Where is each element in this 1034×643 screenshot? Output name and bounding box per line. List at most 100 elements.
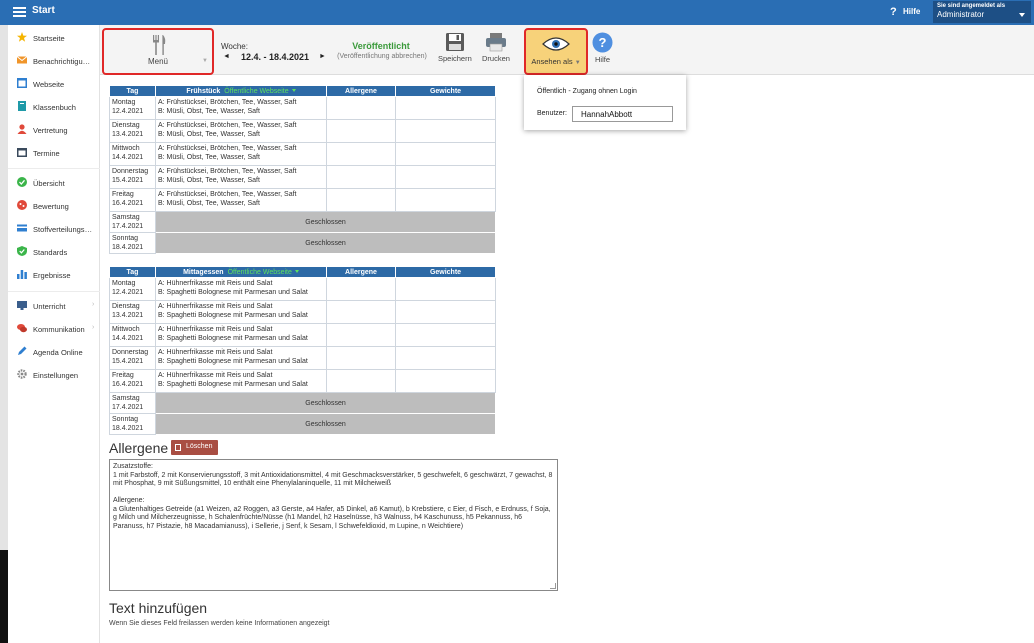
day-cell: Mittwoch 14.4.2021 [109,142,156,166]
meal-cell[interactable]: A: Frühstücksei, Brötchen, Tee, Wasser, … [155,96,327,120]
sidebar-item-vertretung[interactable]: Vertretung [8,121,100,139]
meal-cell[interactable]: A: Hühnerfrikasse mit Reis und Salat B: S… [155,346,327,370]
meal-cell[interactable]: A: Frühstücksei, Brötchen, Tee, Wasser, … [155,188,327,212]
view-as-popup: Öffentlich - Zugang ohnen Login Benutzer… [524,75,686,130]
allergen-cell[interactable] [326,142,396,166]
allergen-cell[interactable] [326,119,396,143]
help-button[interactable]: ? Hilfe [592,32,613,64]
user-dropdown[interactable]: Sie sind angemeldet als Administrator [933,1,1031,23]
help-link[interactable]: Hilfe [903,7,920,16]
fork-knife-icon [153,35,166,55]
public-view-option[interactable]: Öffentlich - Zugang ohnen Login [537,88,637,95]
toolbar: Menü ▼ Woche: ◄ 12.4. - 18.4.2021 ► Verö… [100,25,1034,75]
chevron-right-icon: › [92,324,95,331]
view-as-button[interactable]: Ansehen als ▼ [524,28,588,75]
table-row: Freitag 16.4.2021 A: Frühstücksei, Brötche… [109,188,496,212]
sidebar-item-startseite[interactable]: Startseite [8,29,100,47]
column-header-allergens: Allergene [326,266,396,278]
next-week-arrow-icon[interactable]: ► [319,53,326,60]
meal-cell[interactable]: A: Hühnerfrikasse mit Reis und Salat B: S… [155,323,327,347]
sidebar: Startseite Benachrichtigungen Webseite K… [8,25,100,643]
sidebar-item-label: Standards [33,248,68,257]
sidebar-item-label: Stoffverteilungsplan [33,225,93,234]
weight-cell[interactable] [395,119,496,143]
day-cell: Montag 12.4.2021 [109,96,156,120]
sidebar-item-webseite[interactable]: Webseite [8,75,100,93]
menu-button[interactable]: Menü ▼ [102,28,214,75]
sidebar-item-label: Ergebnisse [33,271,71,280]
weight-cell[interactable] [395,188,496,212]
sidebar-item-unterricht[interactable]: Unterricht › [8,297,100,315]
meal-cell[interactable]: A: Hühnerfrikasse mit Reis und Salat B: S… [155,277,327,301]
weight-cell[interactable] [395,142,496,166]
help-label: Hilfe [594,55,610,64]
chevron-right-icon: › [92,301,95,308]
allergen-cell[interactable] [326,369,396,393]
sidebar-item-agenda-online[interactable]: Agenda Online [8,343,100,361]
weight-cell[interactable] [395,346,496,370]
save-button[interactable]: Speichern [438,32,472,63]
allergen-cell[interactable] [326,277,396,301]
column-header-day: Tag [109,85,156,97]
hamburger-menu-icon[interactable] [13,7,26,17]
allergens-textarea[interactable]: Zusatzstoffe: 1 mit Farbstoff, 2 mit Kon… [109,459,558,591]
add-text-hint: Wenn Sie dieses Feld freilassen werden k… [109,620,330,627]
meal-cell[interactable]: A: Frühstücksei, Brötchen, Tee, Wasser, … [155,119,327,143]
sidebar-item-benachrichtigungen[interactable]: Benachrichtigungen [8,52,100,70]
sidebar-item-bewertung[interactable]: Bewertung [8,197,100,215]
day-cell: Sonntag 18.4.2021 [109,413,156,435]
print-button[interactable]: Drucken [482,32,510,63]
add-text-heading: Text hinzufügen [109,600,208,616]
allergen-cell[interactable] [326,165,396,189]
sidebar-item-einstellungen[interactable]: Einstellungen [8,366,100,384]
help-icon[interactable]: ? [890,6,897,18]
weight-cell[interactable] [395,369,496,393]
sidebar-item-klassenbuch[interactable]: Klassenbuch [8,98,100,116]
rating-icon [17,200,27,210]
allergens-heading: Allergene [109,440,169,456]
allergen-cell[interactable] [326,346,396,370]
weight-cell[interactable] [395,96,496,120]
sidebar-item-label: Übersicht [33,179,65,188]
sidebar-item-termine[interactable]: Termine [8,144,100,162]
check-circle-icon [17,177,27,187]
allergen-cell[interactable] [326,188,396,212]
day-cell: Donnerstag 15.4.2021 [109,165,156,189]
sidebar-item-uebersicht[interactable]: Übersicht [8,174,100,192]
meal-cell[interactable]: A: Hühnerfrikasse mit Reis und Salat B: S… [155,369,327,393]
day-cell: Mittwoch 14.4.2021 [109,323,156,347]
meal-cell[interactable]: A: Frühstücksei, Brötchen, Tee, Wasser, … [155,165,327,189]
table-row: Dienstag 13.4.2021 A: Hühnerfrikasse mit R… [109,300,496,324]
allergen-cell[interactable] [326,96,396,120]
week-range: 12.4. - 18.4.2021 [241,52,310,62]
meal-cell[interactable]: A: Frühstücksei, Brötchen, Tee, Wasser, … [155,142,327,166]
sidebar-divider [8,291,100,292]
cancel-publish-link[interactable]: (Veröffentlichung abbrechen) [329,53,435,60]
publish-dropdown[interactable]: Öffentliche Webseite [224,88,295,95]
delete-button[interactable]: Löschen [171,440,218,455]
weight-cell[interactable] [395,300,496,324]
user-input[interactable] [572,106,673,122]
svg-text:?: ? [599,35,607,50]
resize-handle[interactable] [550,583,556,589]
app-title[interactable]: Start [32,5,55,16]
table-row: Mittwoch 14.4.2021 A: Frühstücksei, Brötch… [109,142,496,166]
breakfast-table: Tag Frühstück Öffentliche Webseite Allerg… [109,85,496,254]
publish-dropdown[interactable]: Öffentliche Webseite [228,269,299,276]
weight-cell[interactable] [395,323,496,347]
meal-cell[interactable]: A: Hühnerfrikasse mit Reis und Salat B: S… [155,300,327,324]
sidebar-item-stoffverteilungsplan[interactable]: Stoffverteilungsplan [8,220,100,238]
sidebar-item-ergebnisse[interactable]: Ergebnisse [8,266,100,284]
weight-cell[interactable] [395,277,496,301]
allergen-cell[interactable] [326,323,396,347]
table-row: Donnerstag 15.4.2021 A: Hühnerfrikasse mit… [109,346,496,370]
closed-cell: Geschlossen [155,392,496,414]
sidebar-item-standards[interactable]: Standards [8,243,100,261]
sidebar-item-kommunikation[interactable]: Kommunikation › [8,320,100,338]
weight-cell[interactable] [395,165,496,189]
menu-label: Menü [147,57,168,66]
previous-week-arrow-icon[interactable]: ◄ [223,53,230,60]
column-header-meal: Mittagessen Öffentliche Webseite [155,266,327,278]
delete-label: Löschen [186,443,213,450]
allergen-cell[interactable] [326,300,396,324]
